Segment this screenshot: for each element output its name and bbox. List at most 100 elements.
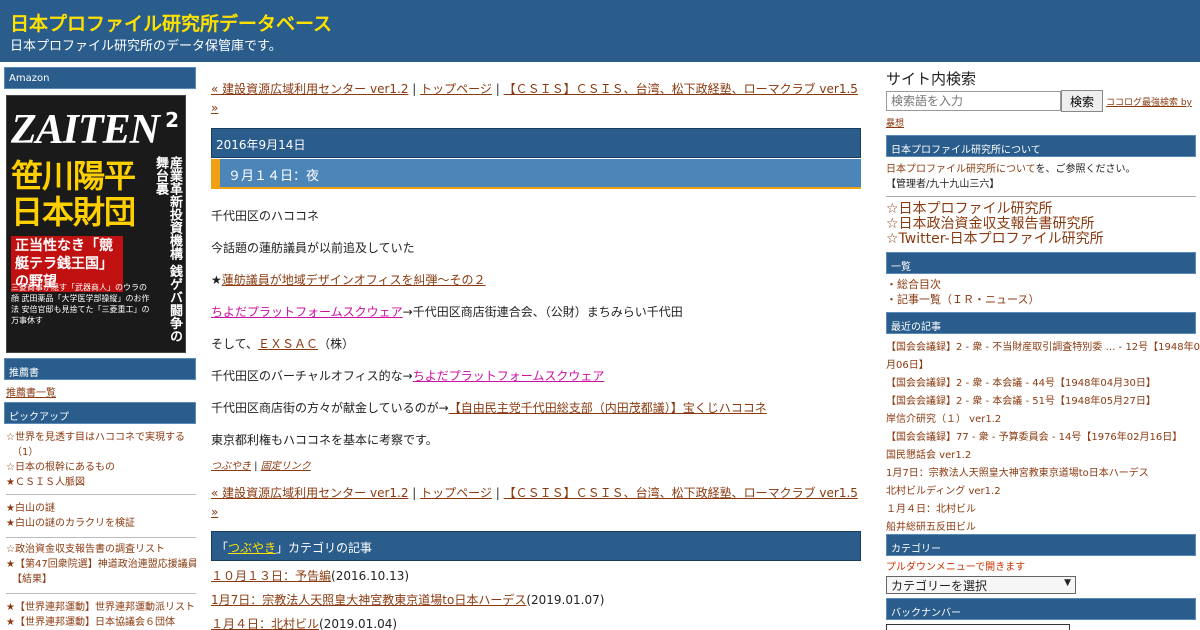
pickup-item[interactable]: ★【第47回衆院選】神道政治連盟応援議員 xyxy=(6,557,196,572)
pickup-item[interactable]: 【結果】 xyxy=(6,572,196,587)
search-powered: ココログ最強検索 by xyxy=(1106,94,1192,112)
top-page-link[interactable]: トップページ xyxy=(420,82,492,96)
chiyoda-platform-link[interactable]: ちよだプラットフォームスクウェア xyxy=(211,305,403,319)
recent-item[interactable]: 北村ビルディング ver1.2 xyxy=(886,483,1200,501)
search-powered-link[interactable]: ココログ最強検索 by xyxy=(1106,98,1192,108)
article-date: (2019.01.04) xyxy=(319,617,398,630)
paragraph-text: 千代田区のバーチャルオフィス的な→ xyxy=(211,369,413,383)
pickup-heading: ピックアップ xyxy=(4,402,196,424)
about-heading: 日本プロファイル研究所について xyxy=(886,135,1196,157)
chiyoda-platform-link-2[interactable]: ちよだプラットフォームスクウェア xyxy=(413,369,605,383)
paragraph-text: そして、 xyxy=(211,337,259,351)
entry-paragraph: 千代田区のバーチャルオフィス的な→ちよだプラットフォームスクウェア xyxy=(211,367,604,384)
pickup-item[interactable]: ★ＣＳＩＳ人脈図 xyxy=(6,475,185,490)
nav-separator: | xyxy=(491,486,504,500)
search-input[interactable] xyxy=(886,91,1061,111)
admin-text: 【管理者/九十九山三六】 xyxy=(886,179,1000,190)
entry-paragraph: 千代田区商店街の方々が献金しているのが→【自由民主党千代田総支部（内田茂都議）】… xyxy=(211,399,767,416)
category-article-item: １０月１３日：予告編(2016.10.13) xyxy=(211,567,409,584)
paragraph-text: 千代田区商店街の方々が献金しているのが→ xyxy=(211,401,449,415)
pickup-item[interactable]: ☆世界を見透す目はハココネで実現する xyxy=(6,430,185,445)
divider xyxy=(886,196,1196,197)
nav-separator: | xyxy=(408,82,421,96)
category-heading-text: 」カテゴリの記事 xyxy=(276,541,373,555)
pickup-item[interactable]: （1） xyxy=(6,445,185,460)
recent-item[interactable]: 月06日】 xyxy=(886,357,1200,375)
recent-item[interactable]: １月４日：北村ビル xyxy=(886,501,1200,519)
category-article-link[interactable]: １月４日：北村ビル xyxy=(211,617,319,630)
entry-nav-top: « 建設資源広域利用センター ver1.2 | トップページ | 【ＣＳＩＳ】Ｃ… xyxy=(211,80,861,118)
recent-item[interactable]: 国民懇話会 ver1.2 xyxy=(886,447,1200,465)
category-article-link[interactable]: １０月１３日：予告編 xyxy=(211,569,331,583)
prev-entry-link[interactable]: « 建設資源広域利用センター ver1.2 xyxy=(211,82,408,96)
right-sidebar: サイト内検索 検索 ココログ最強検索 by 暴想 日本プロファイル研究所について… xyxy=(884,62,1200,630)
star-mark: ★ xyxy=(211,273,222,287)
entry-paragraph: そして、ＥＸＳＡＣ（株） xyxy=(211,335,354,352)
top-page-link[interactable]: トップページ xyxy=(420,486,492,500)
footer-separator: | xyxy=(251,461,261,472)
divider xyxy=(6,593,196,594)
category-select[interactable]: カテゴリーを選択 ▼ xyxy=(886,576,1076,594)
backnumber-calendar[interactable] xyxy=(886,624,1070,630)
category-link[interactable]: つぶやき xyxy=(211,461,251,472)
jimin-chiyoda-link[interactable]: 【自由民主党千代田総支部（内田茂都議）】宝くじハココネ xyxy=(449,401,767,415)
exsac-link[interactable]: ＥＸＳＡＣ xyxy=(258,337,318,351)
entry-paragraph: 今話題の蓮舫議員が以前追及していた xyxy=(211,241,415,255)
entry-title[interactable]: ９月１４日：夜 xyxy=(211,159,861,189)
date-header: 2016年9月14日 xyxy=(211,128,861,158)
recent-item[interactable]: 岸信介研究（１） ver1.2 xyxy=(886,411,1200,429)
big-link[interactable]: ☆日本プロファイル研究所 xyxy=(886,202,1104,217)
pulldown-note: プルダウンメニューで開きます xyxy=(886,562,1026,573)
entry-paragraph: 千代田区のハココネ xyxy=(211,209,320,223)
recommended-link[interactable]: 推薦書一覧 xyxy=(6,388,56,399)
search-powered-2: 暴想 xyxy=(886,115,904,133)
permalink[interactable]: 固定リンク xyxy=(261,461,311,472)
index-heading: 一覧 xyxy=(886,252,1196,274)
pickup-group-3: ☆政治資金収支報告書の調査リスト ★【第47回衆院選】神道政治連盟応援議員 【結… xyxy=(6,542,196,587)
big-link[interactable]: ☆日本政治資金収支報告書研究所 xyxy=(886,217,1104,232)
magazine-small-text: 三菱商事が隠す「武器商人」のウラの顔 武田薬品「大学医学部操縦」のお作法 安倍官… xyxy=(11,283,150,325)
index-link[interactable]: ・総合目次 xyxy=(886,277,1039,292)
pickup-group-2: ★白山の謎 ★白山の謎のカラクリを検証 xyxy=(6,501,135,531)
article-date: (2019.01.07) xyxy=(526,593,605,607)
pickup-item[interactable]: ☆政治資金収支報告書の調査リスト xyxy=(6,542,196,557)
site-title[interactable]: 日本プロファイル研究所データベース xyxy=(10,9,332,36)
category-article-link[interactable]: 1月7日：宗教法人天照皇大神宮教東京道場to日本ハーデス xyxy=(211,593,526,607)
recent-item[interactable]: 【国会会議録】2 - 衆 - 不当財産取引調査特別委 … - 12号【1948年… xyxy=(886,339,1200,357)
pickup-item[interactable]: ★白山の謎のカラクリを検証 xyxy=(6,516,135,531)
paragraph-text: →千代田区商店街連合会、（公財）まちみらい千代田 xyxy=(402,305,683,319)
divider xyxy=(6,537,196,538)
recent-item[interactable]: 【国会会議録】77 - 衆 - 予算委員会 - 14号【1976年02月16日】 xyxy=(886,429,1200,447)
search-title: サイト内検索 xyxy=(886,70,977,88)
paragraph-text: （株） xyxy=(318,337,355,351)
pickup-item[interactable]: ★【世界連邦運動】日本協議会６団体 xyxy=(6,615,195,630)
renho-article-link[interactable]: 蓮舫議員が地域デザインオフィスを糾弾〜その２ xyxy=(222,273,486,287)
site-header: 日本プロファイル研究所データベース 日本プロファイル研究所のデータ保管庫です。 xyxy=(0,0,1200,62)
magazine-cover-image[interactable]: ZAITEN 2 笹川陽平 日本財団 正当性なき「競艇テラ銭王国」の野望 産業革… xyxy=(6,95,186,353)
recent-item[interactable]: 1月7日：宗教法人天照皇大神宮教東京道場to日本ハーデス xyxy=(886,465,1200,483)
recent-item[interactable]: 【国会会議録】2 - 衆 - 本会議 - 51号【1948年05月27日】 xyxy=(886,393,1200,411)
prev-entry-link[interactable]: « 建設資源広域利用センター ver1.2 xyxy=(211,486,408,500)
pickup-item[interactable]: ★白山の謎 xyxy=(6,501,135,516)
big-link[interactable]: ☆Twitter-日本プロファイル研究所 xyxy=(886,232,1104,247)
big-links: ☆日本プロファイル研究所 ☆日本政治資金収支報告書研究所 ☆Twitter-日本… xyxy=(886,202,1104,247)
search-powered-link-2[interactable]: 暴想 xyxy=(886,119,904,129)
magazine-issue: 2 xyxy=(165,108,179,132)
about-link[interactable]: 日本プロファイル研究所について xyxy=(886,164,1036,175)
bracket: 「 xyxy=(216,541,229,555)
about-suffix: を、ご参照ください。 xyxy=(1035,164,1136,175)
category-name-link[interactable]: つぶやき xyxy=(228,541,276,555)
backnumber-heading: バックナンバー xyxy=(886,598,1196,620)
recent-item[interactable]: 【国会会議録】2 - 衆 - 本会議 - 44号【1948年04月30日】 xyxy=(886,375,1200,393)
site-description: 日本プロファイル研究所のデータ保管庫です。 xyxy=(10,39,282,54)
pickup-item[interactable]: ★【世界連邦運動】世界連邦運動派リスト xyxy=(6,600,195,615)
index-link[interactable]: ・記事一覧（ＩＲ・ニュース） xyxy=(886,292,1039,307)
recent-heading: 最近の記事 xyxy=(886,312,1196,334)
pickup-item[interactable]: ☆日本の根幹にあるもの xyxy=(6,460,185,475)
entry-paragraph: ちよだプラットフォームスクウェア→千代田区商店街連合会、（公財）まちみらい千代田 xyxy=(211,303,683,320)
divider xyxy=(6,494,196,495)
category-select-value: カテゴリーを選択 xyxy=(891,579,988,593)
pickup-group-1: ☆世界を見透す目はハココネで実現する （1） ☆日本の根幹にあるもの ★ＣＳＩＳ… xyxy=(6,430,185,490)
search-button[interactable]: 検索 xyxy=(1061,90,1103,112)
index-links: ・総合目次 ・記事一覧（ＩＲ・ニュース） xyxy=(886,277,1039,307)
